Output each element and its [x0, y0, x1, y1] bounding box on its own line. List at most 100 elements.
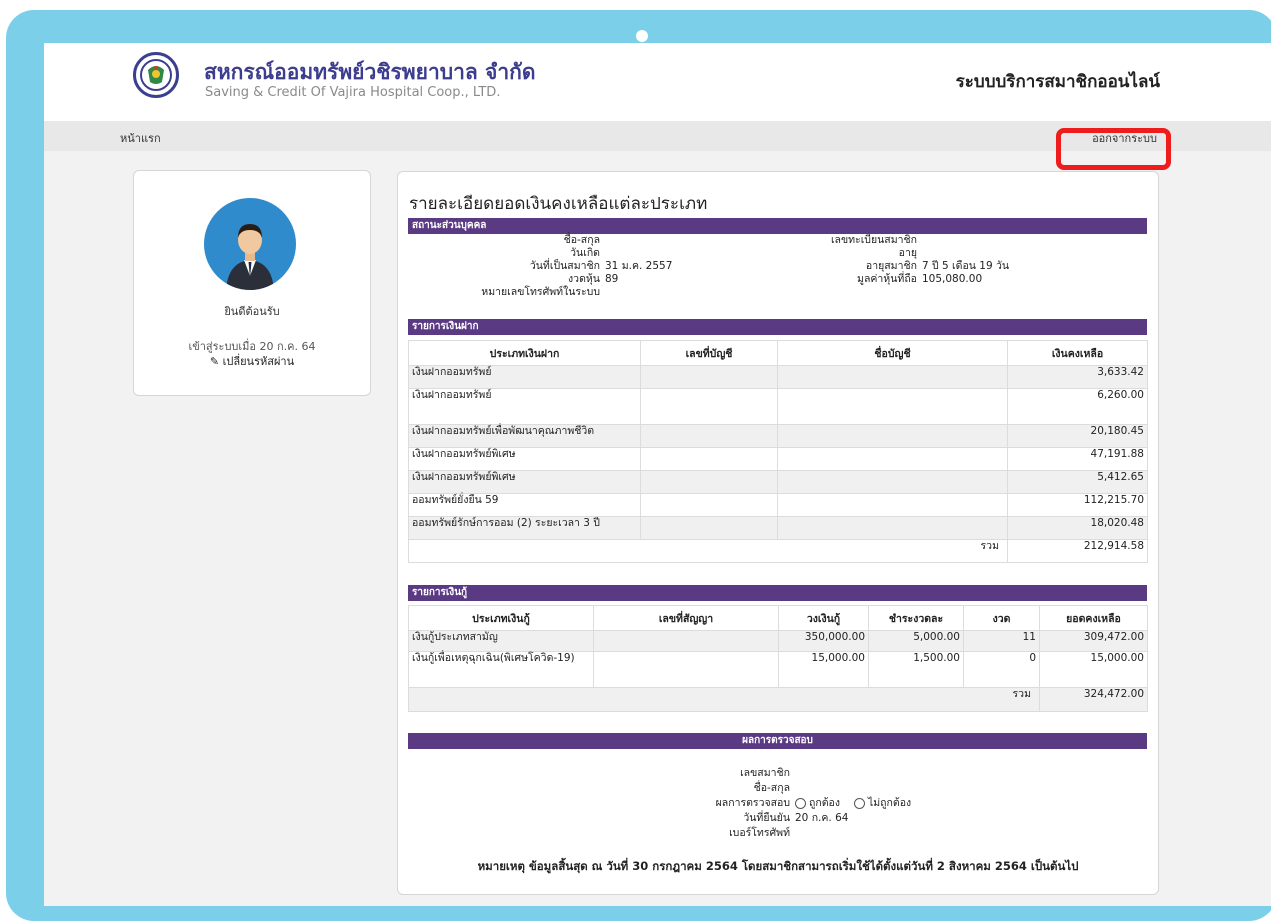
deposits-total: 212,914.58	[1007, 539, 1148, 563]
deposit-account-name	[777, 470, 1008, 494]
info-row-membership-age: อายุสมาชิก 7 ปี 5 เดือน 19 วัน	[748, 260, 1009, 273]
deposit-type: เงินฝากออมทรัพย์เพื่อพัฒนาคุณภาพชีวิต	[408, 424, 641, 448]
radio-correct-label[interactable]: ถูกต้อง	[809, 796, 840, 811]
column-header: วงเงินกู้	[778, 605, 869, 631]
loan-balance: 15,000.00	[1039, 651, 1148, 688]
profile-card: ยินดีต้อนรับ เข้าสู่ระบบเมื่อ 20 ก.ค. 64…	[133, 170, 371, 396]
table-row: เงินฝากออมทรัพย์ 6,260.00	[408, 388, 1148, 425]
deposit-account	[640, 493, 778, 517]
loans-header: รายการเงินกู้	[408, 585, 1147, 601]
deposit-type: เงินฝากออมทรัพย์พิเศษ	[408, 447, 641, 471]
info-row-birthdate: วันเกิด	[408, 247, 672, 260]
verify-label: ผลการตรวจสอบ	[715, 797, 790, 809]
logout-highlight-box	[1056, 128, 1171, 170]
radio-incorrect[interactable]	[853, 798, 865, 809]
loan-limit: 350,000.00	[778, 630, 869, 652]
info-label: วันที่เป็นสมาชิก	[529, 260, 600, 272]
radio-incorrect-label[interactable]: ไม่ถูกต้อง	[868, 796, 911, 811]
info-label: มูลค่าหุ้นที่ถือ	[857, 273, 917, 285]
deposit-account	[640, 470, 778, 494]
welcome-text: ยินดีต้อนรับ	[224, 305, 280, 318]
info-row-share-periods: งวดหุ้น 89	[408, 273, 672, 286]
change-password-link[interactable]: ✎ เปลี่ยนรหัสผ่าน	[134, 352, 370, 370]
info-row-member-since: วันที่เป็นสมาชิก 31 ม.ค. 2557	[408, 260, 673, 273]
deposit-type: เงินฝากออมทรัพย์	[408, 388, 641, 425]
table-row: เงินฝากออมทรัพย์ 3,633.42	[408, 365, 1148, 389]
personal-info-left: ชื่อ-สกุล วันเกิด วันที่เป็นสมาชิก 31 ม.ค…	[408, 234, 672, 299]
loans-table: ประเภทเงินกู้ เลขที่สัญญา วงเงินกู้ ชำระ…	[408, 605, 1148, 712]
info-row-share-value: มูลค่าหุ้นที่ถือ 105,080.00	[748, 273, 1009, 286]
screen: สหกรณ์ออมทรัพย์วชิรพยาบาล จำกัด Saving &…	[44, 43, 1271, 906]
personal-status-header: สถานะส่วนบุคคล	[408, 218, 1147, 234]
column-header: ประเภทเงินฝาก	[408, 340, 641, 366]
verify-label: เลขสมาชิก	[740, 767, 790, 779]
info-row-member-no: เลขทะเบียนสมาชิก	[748, 234, 1009, 247]
info-label: เลขทะเบียนสมาชิก	[830, 234, 917, 246]
deposit-balance: 5,412.65	[1007, 470, 1148, 494]
verify-label: ชื่อ-สกุล	[753, 782, 790, 794]
total-label: รวม	[408, 539, 1008, 563]
info-label: หมายเลขโทรศัพท์ในระบบ	[481, 286, 600, 298]
deposit-balance: 112,215.70	[1007, 493, 1148, 517]
deposit-account-name	[777, 516, 1008, 540]
info-label: อายุ	[898, 247, 917, 259]
column-header: ยอดคงเหลือ	[1039, 605, 1148, 631]
info-value: 89	[605, 273, 619, 285]
deposit-account	[640, 516, 778, 540]
info-value	[600, 286, 605, 299]
info-value: 31 ม.ค. 2557	[605, 260, 673, 272]
verify-row-date: วันที่ยืนยัน 20 ก.ค. 64	[598, 811, 911, 826]
loan-installment: 5,000.00	[868, 630, 964, 652]
info-value: 7 ปี 5 เดือน 19 วัน	[922, 260, 1010, 272]
deposit-balance: 20,180.45	[1007, 424, 1148, 448]
deposit-type: เงินฝากออมทรัพย์พิเศษ	[408, 470, 641, 494]
verification-header: ผลการตรวจสอบ	[408, 733, 1147, 749]
table-row: เงินกู้เพื่อเหตุฉุกเฉิน(พิเศษโควิด-19) 1…	[408, 651, 1148, 688]
deposit-account	[640, 447, 778, 471]
info-value	[917, 247, 922, 260]
deposit-account	[640, 365, 778, 389]
deposit-type: ออมทรัพย์ยั่งยืน 59	[408, 493, 641, 517]
deposit-type: ออมทรัพย์รักษ์การออม (2) ระยะเวลา 3 ปี	[408, 516, 641, 540]
loan-periods: 0	[963, 651, 1040, 688]
personal-info-right: เลขทะเบียนสมาชิก อายุ อายุสมาชิก 7 ปี 5 เ…	[748, 234, 1009, 286]
info-label: วันเกิด	[570, 247, 600, 259]
column-header: ชื่อบัญชี	[777, 340, 1008, 366]
info-row-name: ชื่อ-สกุล	[408, 234, 672, 247]
info-value: 105,080.00	[922, 273, 983, 285]
verify-row-result: ผลการตรวจสอบ ถูกต้อง ไม่ถูกต้อง	[598, 796, 911, 811]
deposit-account-name	[777, 493, 1008, 517]
nav-home-link[interactable]: หน้าแรก	[120, 129, 161, 147]
table-row: เงินกู้ประเภทสามัญ 350,000.00 5,000.00 1…	[408, 630, 1148, 652]
info-row-phone: หมายเลขโทรศัพท์ในระบบ	[408, 286, 672, 299]
deposit-account-name	[777, 447, 1008, 471]
camera-dot	[636, 30, 648, 42]
coop-logo-icon	[133, 52, 179, 98]
column-header: เลขที่บัญชี	[640, 340, 778, 366]
confirm-date-value: 20 ก.ค. 64	[795, 812, 849, 824]
verification-form: เลขสมาชิก ชื่อ-สกุล ผลการตรวจสอบ ถูกต้อง…	[598, 766, 912, 841]
loans-total-row: รวม 324,472.00	[408, 687, 1148, 712]
loan-type: เงินกู้ประเภทสามัญ	[408, 630, 594, 652]
radio-correct[interactable]	[795, 798, 806, 809]
org-name-english: Saving & Credit Of Vajira Hospital Coop.…	[205, 85, 501, 100]
change-password-label: เปลี่ยนรหัสผ่าน	[222, 355, 295, 368]
deposit-type: เงินฝากออมทรัพย์	[408, 365, 641, 389]
system-title: ระบบบริการสมาชิกออนไลน์	[955, 72, 1160, 92]
deposit-balance: 6,260.00	[1007, 388, 1148, 425]
loan-periods: 11	[963, 630, 1040, 652]
column-header: งวด	[963, 605, 1040, 631]
user-avatar-icon	[204, 198, 296, 290]
loan-contract	[593, 630, 779, 652]
page-title: รายละเอียดยอดเงินคงเหลือแต่ละประเภท	[409, 194, 708, 214]
deposits-header: รายการเงินฝาก	[408, 319, 1147, 335]
loan-contract	[593, 651, 779, 688]
loan-type: เงินกู้เพื่อเหตุฉุกเฉิน(พิเศษโควิด-19)	[408, 651, 594, 688]
pencil-icon: ✎	[209, 355, 220, 368]
table-row: เงินฝากออมทรัพย์พิเศษ 47,191.88	[408, 447, 1148, 471]
info-value	[917, 234, 922, 247]
column-header: ชำระงวดละ	[868, 605, 964, 631]
table-row: ออมทรัพย์รักษ์การออม (2) ระยะเวลา 3 ปี 1…	[408, 516, 1148, 540]
table-row: ออมทรัพย์ยั่งยืน 59 112,215.70	[408, 493, 1148, 517]
table-header-row: ประเภทเงินกู้ เลขที่สัญญา วงเงินกู้ ชำระ…	[408, 605, 1148, 631]
